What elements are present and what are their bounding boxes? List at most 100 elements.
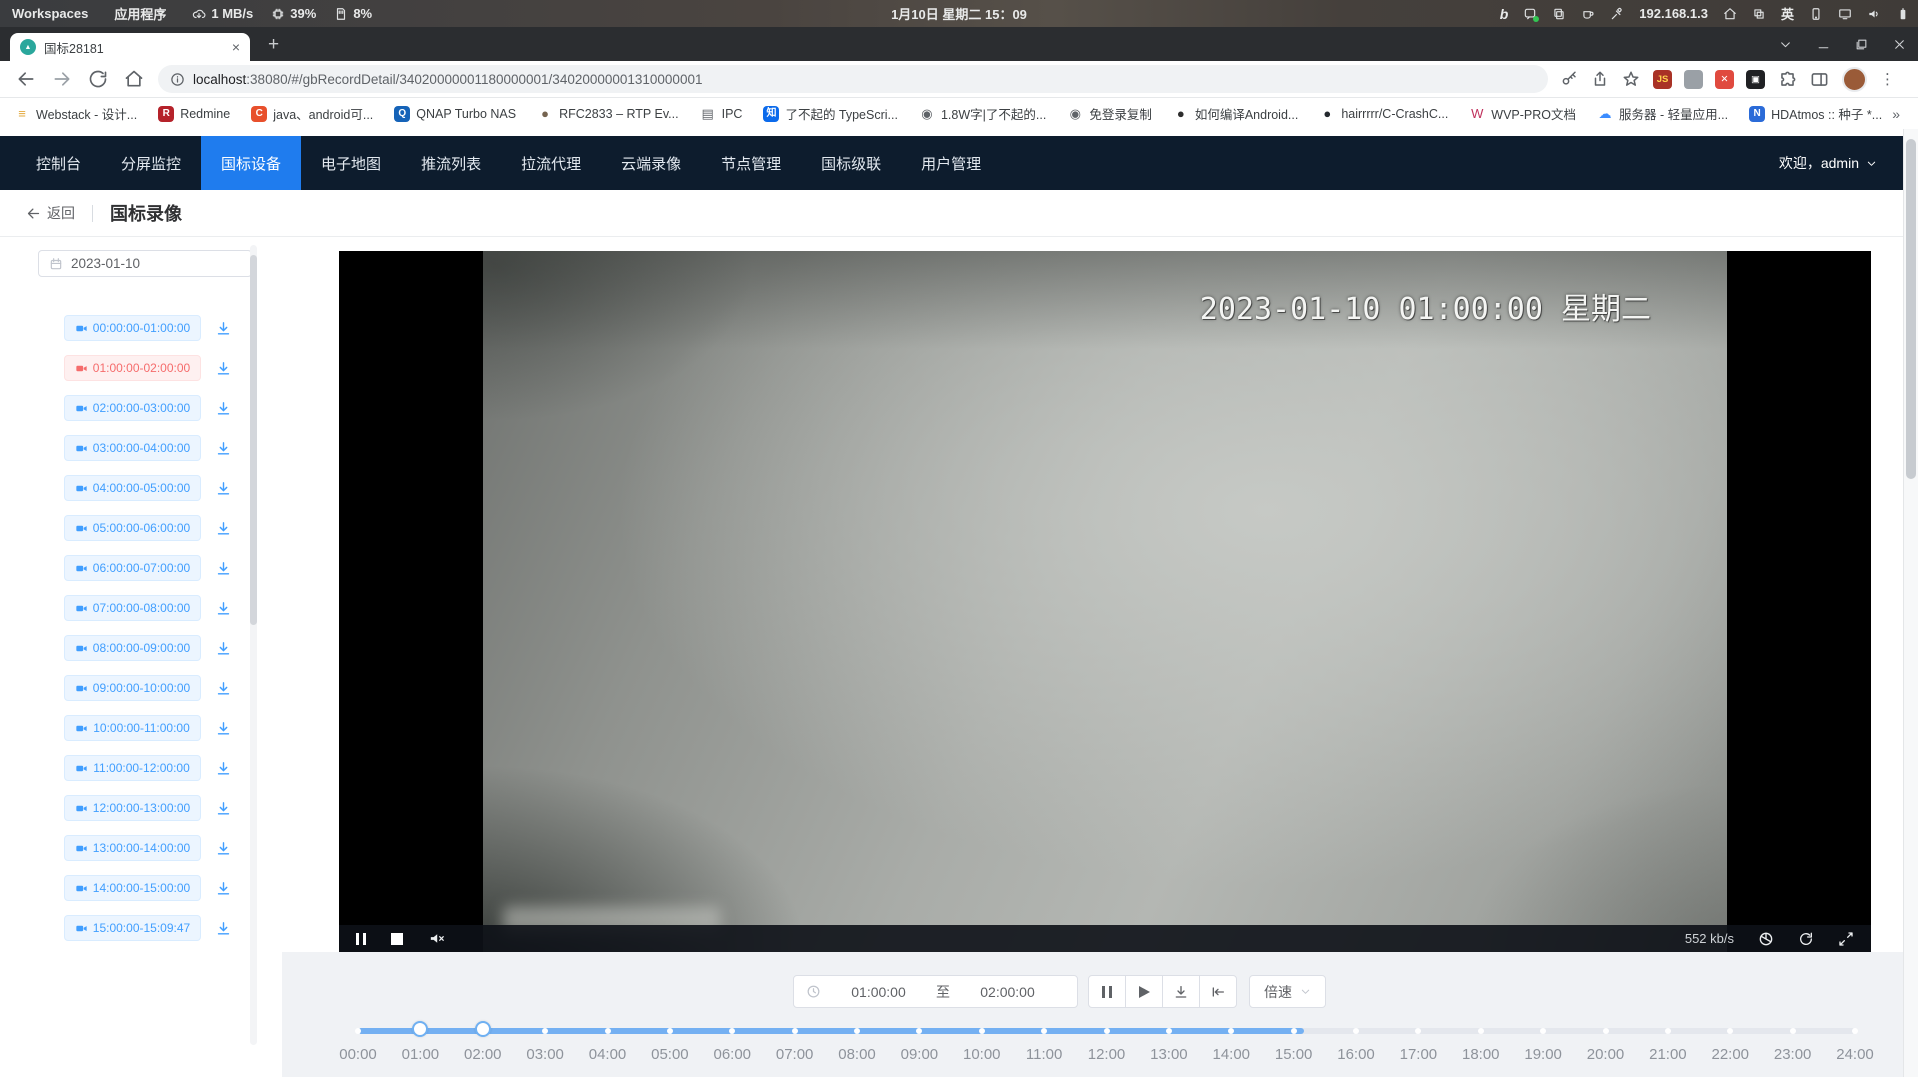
side-panel-icon[interactable]	[1810, 70, 1829, 89]
bookmark-item[interactable]: W WVP-PRO文档	[1469, 104, 1576, 123]
extension-icon[interactable]: ✕	[1715, 70, 1734, 89]
timeline[interactable]: 00:0001:0002:0003:0004:0005:0006:0007:00…	[358, 1022, 1855, 1068]
page-scrollbar[interactable]	[1903, 129, 1918, 1077]
tray-input-method[interactable]: 英	[1781, 4, 1794, 23]
extensions-puzzle-icon[interactable]	[1778, 70, 1797, 89]
download-recording-icon[interactable]	[215, 720, 232, 737]
download-recording-icon[interactable]	[215, 400, 232, 417]
download-recording-icon[interactable]	[215, 440, 232, 457]
recording-range-button[interactable]: 12:00:00-13:00:00	[64, 795, 201, 821]
date-picker-input[interactable]: 2023-01-10	[38, 250, 252, 277]
nav-item[interactable]: 用户管理	[901, 136, 1001, 190]
browser-menu-icon[interactable]: ⋮	[1880, 70, 1895, 88]
tray-coffee-icon[interactable]	[1581, 7, 1595, 21]
recording-range-button[interactable]: 04:00:00-05:00:00	[64, 475, 201, 501]
user-menu[interactable]: 欢迎，admin	[1779, 136, 1903, 190]
home-icon[interactable]	[124, 69, 144, 89]
window-maximize-icon[interactable]	[1855, 38, 1868, 51]
play-button[interactable]	[1125, 975, 1163, 1008]
download-recording-icon[interactable]	[215, 760, 232, 777]
tray-browser-icon[interactable]: b	[1500, 6, 1509, 22]
download-recording-icon[interactable]	[215, 560, 232, 577]
bookmark-star-icon[interactable]	[1622, 70, 1640, 88]
new-tab-button[interactable]: +	[268, 35, 279, 54]
timeline-handle[interactable]	[475, 1021, 491, 1037]
nav-item[interactable]: 推流列表	[401, 136, 501, 190]
tray-display-icon[interactable]	[1838, 7, 1852, 21]
recording-range-button[interactable]: 13:00:00-14:00:00	[64, 835, 201, 861]
timeline-handle[interactable]	[412, 1021, 428, 1037]
download-recording-icon[interactable]	[215, 920, 232, 937]
tray-ip-address[interactable]: 192.168.1.3	[1639, 6, 1708, 21]
bookmark-item[interactable]: R Redmine	[158, 106, 230, 122]
bookmark-item[interactable]: ● hairrrrr/C-CrashC...	[1319, 106, 1448, 122]
window-close-icon[interactable]	[1893, 38, 1906, 51]
reload-icon[interactable]	[88, 69, 108, 89]
bookmark-item[interactable]: C java、android可...	[251, 104, 373, 123]
nav-item[interactable]: 节点管理	[701, 136, 801, 190]
download-recording-icon[interactable]	[215, 480, 232, 497]
bookmark-item[interactable]: Q QNAP Turbo NAS	[394, 106, 516, 122]
download-recording-icon[interactable]	[215, 360, 232, 377]
download-recording-icon[interactable]	[215, 600, 232, 617]
share-icon[interactable]	[1591, 70, 1609, 88]
address-bar[interactable]: localhost:38080/#/gbRecordDetail/3402000…	[158, 65, 1548, 93]
bookmarks-overflow-chevron[interactable]: »	[1892, 106, 1900, 122]
nav-item[interactable]: 拉流代理	[501, 136, 601, 190]
player-pause-icon[interactable]	[356, 933, 366, 945]
nav-item[interactable]: 云端录像	[601, 136, 701, 190]
password-key-icon[interactable]	[1560, 70, 1578, 88]
browser-tab[interactable]: ▲ 国标28181 ×	[10, 33, 250, 61]
download-recording-icon[interactable]	[215, 800, 232, 817]
site-info-icon[interactable]	[170, 72, 185, 87]
tray-color-picker-icon[interactable]	[1610, 7, 1624, 21]
recording-range-button[interactable]: 01:00:00-02:00:00	[64, 355, 201, 381]
bookmark-item[interactable]: ◉ 免登录复制	[1067, 104, 1152, 123]
system-clock[interactable]: 1月10日 星期二 15：09	[891, 0, 1027, 27]
back-button[interactable]: 返回	[26, 203, 75, 223]
bookmark-item[interactable]: ● RFC2833 – RTP Ev...	[537, 106, 679, 122]
workspaces-button[interactable]: Workspaces	[12, 6, 88, 21]
bookmark-item[interactable]: ▤ IPC	[700, 106, 743, 122]
bookmark-item[interactable]: N HDAtmos :: 种子 *...	[1749, 104, 1882, 123]
forward-icon[interactable]	[52, 69, 72, 89]
recording-range-button[interactable]: 05:00:00-06:00:00	[64, 515, 201, 541]
extension-icon[interactable]: ▣	[1746, 70, 1765, 89]
end-time-value[interactable]: 02:00:00	[950, 984, 1065, 1000]
download-recording-icon[interactable]	[215, 520, 232, 537]
recording-range-button[interactable]: 10:00:00-11:00:00	[64, 715, 201, 741]
tray-clipboard-icon[interactable]	[1552, 7, 1566, 21]
tab-search-icon[interactable]	[1779, 38, 1792, 51]
recording-range-button[interactable]: 06:00:00-07:00:00	[64, 555, 201, 581]
nav-item[interactable]: 电子地图	[301, 136, 401, 190]
bookmark-item[interactable]: ● 如何编译Android...	[1173, 104, 1299, 123]
nav-item[interactable]: 国标设备	[201, 136, 301, 190]
video-player[interactable]: 2023-01-10 01:00:00 星期二 552 kb/s	[339, 251, 1871, 952]
recording-range-button[interactable]: 00:00:00-01:00:00	[64, 315, 201, 341]
tab-close-icon[interactable]: ×	[232, 40, 240, 54]
applications-menu[interactable]: 应用程序	[114, 4, 166, 23]
download-recording-icon[interactable]	[215, 840, 232, 857]
tray-battery-icon[interactable]	[1896, 7, 1910, 21]
skip-to-start-button[interactable]	[1199, 975, 1237, 1008]
tray-home-icon[interactable]	[1723, 7, 1737, 21]
tray-workspaces-icon[interactable]	[1752, 7, 1766, 21]
download-recording-icon[interactable]	[215, 680, 232, 697]
tray-tablet-icon[interactable]	[1809, 7, 1823, 21]
recording-range-button[interactable]: 14:00:00-15:00:00	[64, 875, 201, 901]
fullscreen-icon[interactable]	[1838, 931, 1854, 947]
recording-range-button[interactable]: 09:00:00-10:00:00	[64, 675, 201, 701]
recording-range-button[interactable]: 11:00:00-12:00:00	[64, 755, 201, 781]
bookmark-item[interactable]: 知 了不起的 TypeScri...	[763, 104, 898, 123]
extension-icon[interactable]	[1684, 70, 1703, 89]
download-recording-icon[interactable]	[215, 880, 232, 897]
tray-volume-icon[interactable]	[1867, 7, 1881, 21]
bookmark-item[interactable]: ◉ 1.8W字|了不起的...	[919, 104, 1046, 123]
profile-avatar[interactable]	[1842, 67, 1867, 92]
nav-item[interactable]: 国标级联	[801, 136, 901, 190]
download-recording-icon[interactable]	[215, 640, 232, 657]
recording-range-button[interactable]: 08:00:00-09:00:00	[64, 635, 201, 661]
recording-range-button[interactable]: 03:00:00-04:00:00	[64, 435, 201, 461]
page-scrollbar-thumb[interactable]	[1906, 139, 1916, 479]
download-button[interactable]	[1162, 975, 1200, 1008]
